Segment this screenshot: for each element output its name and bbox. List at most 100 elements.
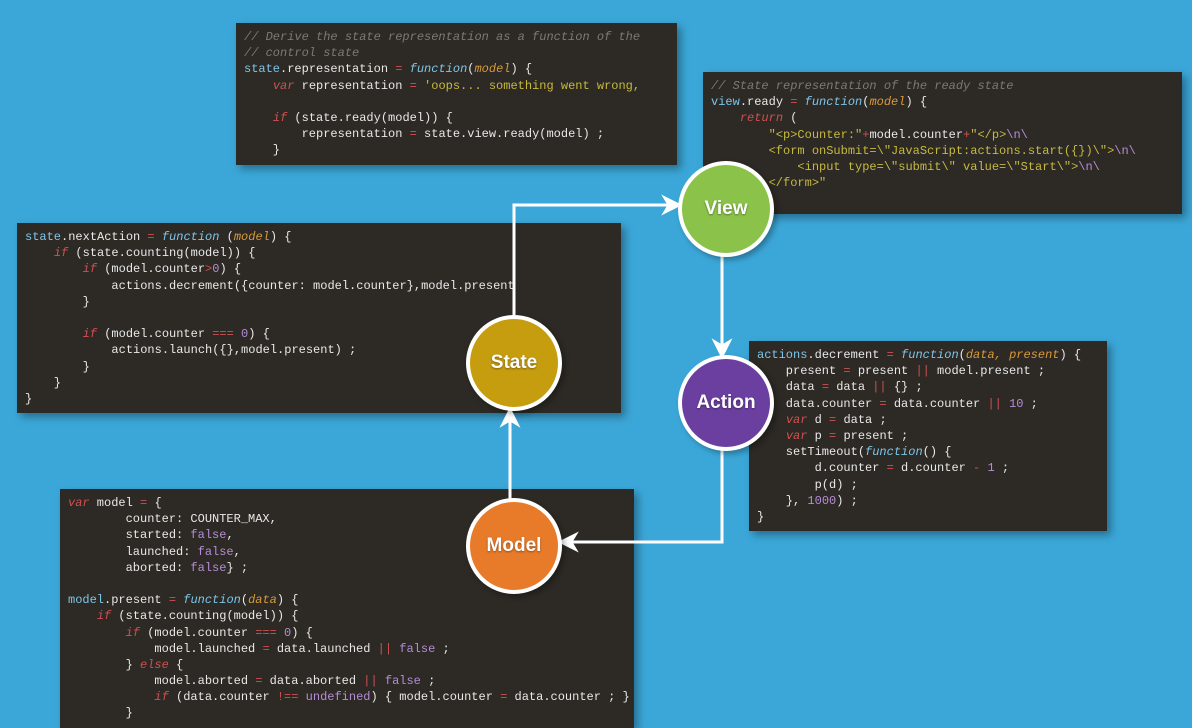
code-token: ; xyxy=(421,674,435,688)
code-token: counter: xyxy=(68,512,190,526)
code-token: else xyxy=(140,658,169,672)
code-token: (state.counting(model)) { xyxy=(111,609,298,623)
code-token: - xyxy=(973,461,987,475)
code-token: ) { xyxy=(291,626,313,640)
code-token: data xyxy=(248,593,277,607)
code-token: if xyxy=(154,690,168,704)
state-node: State xyxy=(466,315,562,411)
code-token: ; xyxy=(995,461,1009,475)
code-token: state.view.ready(model) ; xyxy=(424,127,604,141)
code-token: state xyxy=(244,62,280,76)
code-token: false xyxy=(198,545,234,559)
code-token: = xyxy=(140,496,154,510)
code-token: model.counter xyxy=(869,128,963,142)
code-token: d.counter xyxy=(901,461,973,475)
code-token: } xyxy=(68,706,133,720)
code-token: = xyxy=(140,230,162,244)
code-token: = xyxy=(410,79,424,93)
code-token: 10 xyxy=(1009,397,1023,411)
code-token: model xyxy=(234,230,270,244)
code-token: </form>" xyxy=(769,176,827,190)
code-token: 1 xyxy=(987,461,994,475)
code-token: (model.counter xyxy=(97,262,205,276)
code-token: = xyxy=(887,461,901,475)
code-token: if xyxy=(273,111,287,125)
code-token: \n\ xyxy=(1006,128,1028,142)
code-token: // State representation of the ready sta… xyxy=(711,79,1013,93)
code-token: . xyxy=(807,348,814,362)
code-token: // Derive the state representation as a … xyxy=(244,30,640,44)
state-node-label: State xyxy=(491,352,537,374)
code-token: = xyxy=(829,429,843,443)
code-token: || xyxy=(363,674,385,688)
code-token xyxy=(25,246,54,260)
code-token: ) { xyxy=(510,62,532,76)
code-token: false xyxy=(399,642,435,656)
code-token: data ; xyxy=(843,413,886,427)
code-token: launched: xyxy=(68,545,198,559)
code-token: // control state xyxy=(244,46,359,60)
code-token: = xyxy=(410,127,424,141)
code-token: d xyxy=(807,413,829,427)
code-token: data.launched xyxy=(277,642,378,656)
code-token: ) ; xyxy=(836,494,858,508)
code-token: { xyxy=(154,496,161,510)
code-token: = xyxy=(783,95,805,109)
code-token: var xyxy=(68,496,90,510)
code-token: ) { xyxy=(248,327,270,341)
code-token: model xyxy=(869,95,905,109)
action-node-label: Action xyxy=(696,392,755,414)
code-token: = xyxy=(843,364,857,378)
code-token: if xyxy=(126,626,140,640)
code-token xyxy=(244,79,273,93)
code-token: view xyxy=(711,95,740,109)
code-token: false xyxy=(190,561,226,575)
code-token: false xyxy=(385,674,421,688)
code-token: function xyxy=(162,230,220,244)
view-ready-code: // State representation of the ready sta… xyxy=(703,72,1182,214)
code-token: model.launched xyxy=(68,642,262,656)
code-token xyxy=(244,111,273,125)
code-token: p xyxy=(807,429,829,443)
code-token: } xyxy=(25,295,90,309)
code-token: = xyxy=(162,593,184,607)
code-token: } xyxy=(68,658,140,672)
code-token: ) { xyxy=(270,230,292,244)
code-token: "<p>Counter:" xyxy=(769,128,863,142)
code-token xyxy=(68,626,126,640)
code-token: var xyxy=(786,429,808,443)
code-token: actions xyxy=(757,348,807,362)
code-token: \n\ xyxy=(1114,144,1136,158)
code-token: } xyxy=(244,143,280,157)
code-token: false xyxy=(190,528,226,542)
code-token: var xyxy=(786,413,808,427)
code-token: ready xyxy=(747,95,783,109)
code-token: <input type=\"submit\" value=\"Start\"> xyxy=(797,160,1078,174)
code-token: representation xyxy=(244,127,410,141)
code-token: = xyxy=(822,380,836,394)
code-token xyxy=(68,609,97,623)
code-token xyxy=(68,690,154,704)
code-token: = xyxy=(255,674,269,688)
code-token: model xyxy=(90,496,140,510)
code-token: d.counter xyxy=(757,461,887,475)
code-token: representation xyxy=(287,62,388,76)
code-token: ) { xyxy=(1059,348,1081,362)
code-token: data xyxy=(836,380,872,394)
code-token: "</p> xyxy=(970,128,1006,142)
code-token: = xyxy=(500,690,514,704)
code-token: ) { xyxy=(277,593,299,607)
code-token: !== xyxy=(277,690,306,704)
code-token: === xyxy=(212,327,241,341)
view-node-label: View xyxy=(705,198,748,220)
code-token: actions.decrement({counter: model.counte… xyxy=(25,279,515,293)
code-token: = xyxy=(829,413,843,427)
code-token: present xyxy=(858,364,916,378)
code-token: } xyxy=(25,392,32,406)
code-token: function xyxy=(805,95,863,109)
code-token: ( xyxy=(219,230,233,244)
code-token: COUNTER_MAX xyxy=(190,512,269,526)
code-token: { xyxy=(169,658,183,672)
code-token: \n\ xyxy=(1078,160,1100,174)
code-token: }, xyxy=(757,494,807,508)
